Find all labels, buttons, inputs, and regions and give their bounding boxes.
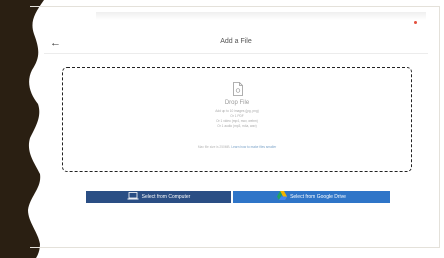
frame-bottom-line [30, 247, 440, 248]
accepted-formats: Add up to 10 images (jpg, png) Or 1 PDF … [62, 109, 412, 129]
select-from-google-drive-button[interactable]: Select from Google Drive [233, 191, 390, 203]
max-size-note: Max file size is 250MB. Learn how to mak… [62, 145, 412, 149]
help-link[interactable]: Learn how to make files smaller [231, 145, 276, 149]
max-size-text: Max file size is 250MB. [197, 145, 231, 149]
screen: ← Add a File Drop File Add up to 10 imag… [0, 0, 444, 258]
frame-top-line [30, 6, 440, 7]
frame-right-line [439, 6, 440, 248]
file-icon [233, 82, 243, 96]
laptop-icon [127, 191, 139, 200]
select-from-computer-button[interactable]: Select from Computer [86, 191, 231, 203]
header-divider [44, 53, 428, 54]
select-from-computer-label: Select from Computer [141, 194, 191, 200]
format-line: Or 1 audio (mp3, m4a, wav) [217, 124, 257, 128]
top-shadow [96, 12, 426, 20]
drop-title: Drop File [224, 100, 250, 106]
page-title: Add a File [220, 38, 252, 45]
google-drive-icon [277, 191, 288, 201]
notification-dot [414, 21, 417, 24]
select-from-google-drive-label: Select from Google Drive [290, 194, 346, 200]
header: ← Add a File [44, 36, 428, 52]
